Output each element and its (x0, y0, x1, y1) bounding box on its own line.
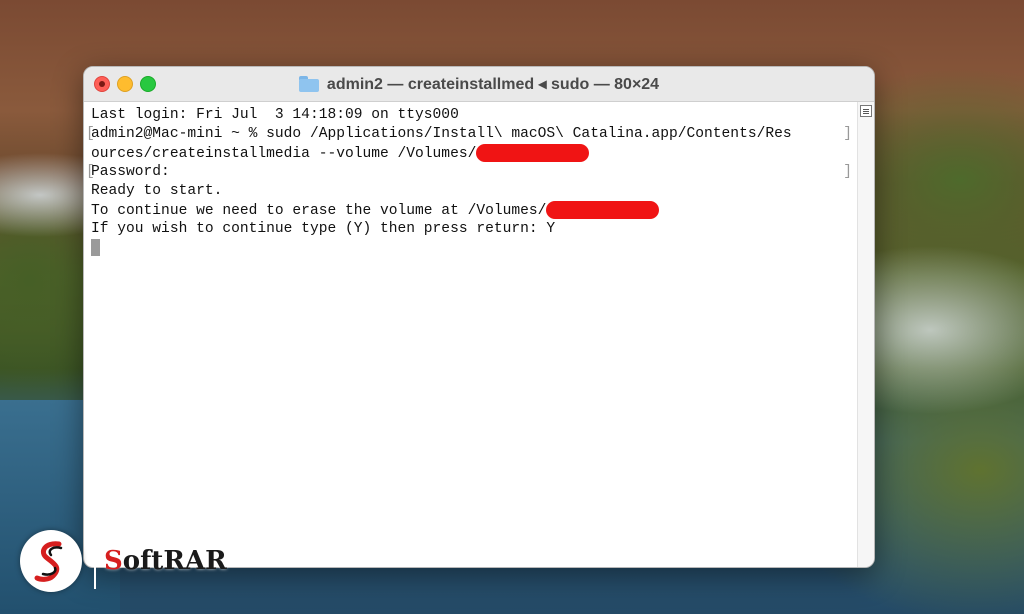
terminal-line: Password: (91, 164, 170, 180)
mark-bracket: ] (843, 126, 852, 142)
terminal-line: Last login: Fri Jul 3 14:18:09 on ttys00… (91, 107, 459, 123)
redacted-volume-name (546, 201, 660, 219)
split-view-icon[interactable] (860, 105, 872, 117)
terminal-output[interactable]: Last login: Fri Jul 3 14:18:09 on ttys00… (84, 102, 874, 567)
mark-bracket: ] (843, 164, 852, 180)
terminal-line: ources/createinstallmedia --volume /Volu… (91, 145, 477, 162)
terminal-window[interactable]: admin2 — createinstallmed ◂ sudo — 80×24… (83, 66, 875, 568)
window-title: admin2 — createinstallmed ◂ sudo — 80×24 (326, 76, 660, 93)
title-bar[interactable]: admin2 — createinstallmed ◂ sudo — 80×24 (84, 67, 874, 102)
terminal-line-with-redaction: To continue we need to erase the volume … (91, 201, 660, 220)
terminal-line: admin2@Mac-mini ~ % sudo /Applications/I… (91, 126, 792, 142)
terminal-line: Ready to start. (91, 183, 223, 199)
logo-mark (20, 530, 82, 592)
terminal-line-with-redaction: ources/createinstallmedia --volume /Volu… (91, 144, 590, 163)
redacted-volume-name (476, 144, 590, 162)
logo-text-first: S (104, 546, 123, 576)
scrollbar[interactable] (857, 102, 874, 567)
terminal-line: To continue we need to erase the volume … (91, 202, 547, 219)
watermark-logo: SoftRAR (20, 530, 227, 592)
terminal-line: If you wish to continue type (Y) then pr… (91, 221, 556, 237)
folder-icon (298, 76, 319, 92)
logo-divider (94, 533, 96, 589)
logo-text-rest: oftRAR (122, 546, 227, 576)
text-cursor (91, 239, 100, 256)
logo-text: SoftRAR (104, 546, 227, 576)
logo-s-icon (34, 541, 63, 582)
window-title-group: admin2 — createinstallmed ◂ sudo — 80×24 (84, 67, 874, 101)
